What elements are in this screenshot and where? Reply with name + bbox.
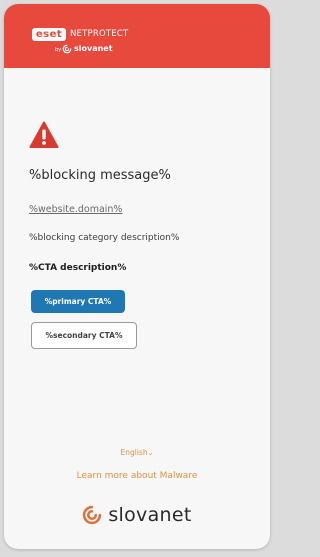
- chevron-down-icon: ⌄: [147, 449, 154, 457]
- footer-partner-name: slovanet: [108, 504, 192, 526]
- primary-cta-button[interactable]: %primary CTA%: [31, 290, 125, 313]
- by-label: by: [55, 47, 62, 53]
- partner-logo-header: slovanet: [62, 43, 113, 55]
- header-banner: eset NETPROTECT by slovanet: [4, 4, 270, 68]
- blocking-message-title: %blocking message%: [29, 168, 171, 183]
- website-domain-link[interactable]: %website.domain%: [29, 204, 122, 215]
- eset-logo: eset: [32, 28, 66, 41]
- warning-triangle-icon: [29, 121, 59, 148]
- category-description: %blocking category description%: [29, 233, 180, 243]
- slovanet-swirl-icon: [62, 44, 72, 54]
- language-selector[interactable]: English⌄: [4, 448, 270, 457]
- language-label: English: [120, 448, 148, 457]
- cta-description: %CTA description%: [29, 263, 127, 273]
- footer-partner-logo: slovanet: [4, 503, 270, 527]
- block-page-card: eset NETPROTECT by slovanet %blocking me…: [4, 4, 270, 549]
- partner-name: slovanet: [74, 44, 113, 53]
- learn-more-link[interactable]: Learn more about Malware: [4, 471, 270, 481]
- secondary-cta-button[interactable]: %secondary CTA%: [31, 322, 137, 349]
- product-name: NETPROTECT: [70, 29, 129, 39]
- slovanet-swirl-icon: [83, 505, 102, 525]
